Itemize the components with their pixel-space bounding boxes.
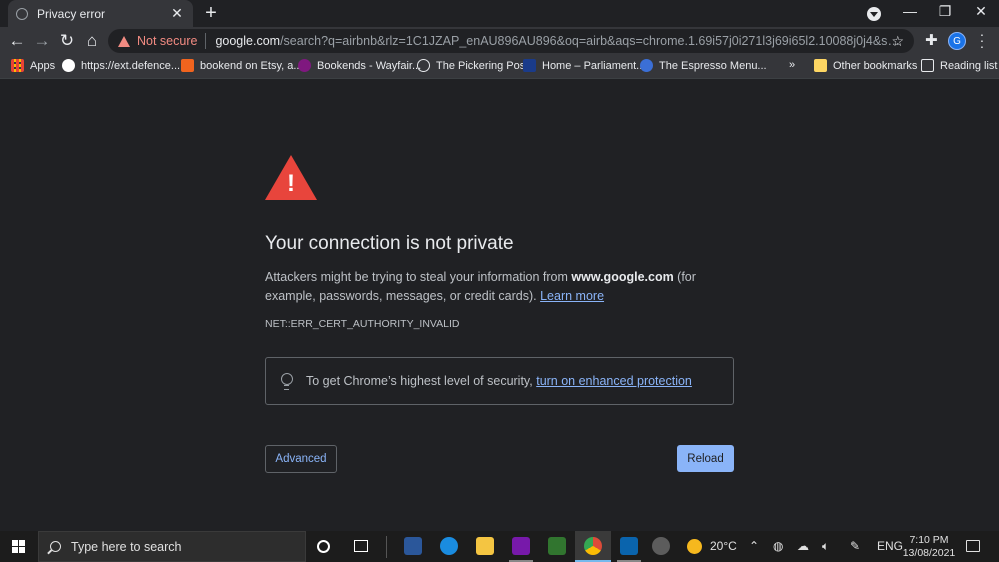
folder-icon: [814, 59, 827, 72]
task-view-icon[interactable]: [354, 540, 368, 552]
bookmark-label: The Pickering Post: [436, 59, 529, 72]
bookmark-label: bookend on Etsy, a...: [200, 59, 303, 72]
reading-list[interactable]: Reading list: [921, 59, 997, 72]
taskbar-clock[interactable]: 7:10 PM 13/08/2021: [900, 534, 958, 560]
bookmark-label: Apps: [30, 59, 56, 72]
bookmark-wayfair[interactable]: Bookends - Wayfair...: [298, 59, 421, 72]
advanced-button[interactable]: Advanced: [265, 445, 337, 473]
apps-grid-icon: [11, 59, 24, 72]
bookmark-label: Reading list: [940, 59, 998, 72]
overflow-chevron-icon: »: [789, 59, 796, 71]
minimize-button[interactable]: —: [900, 3, 920, 19]
onenote-icon[interactable]: [512, 537, 530, 555]
address-bar[interactable]: Not secure google.com /search?q=airbnb&r…: [108, 29, 914, 53]
error-code: NET::ERR_CERT_AUTHORITY_INVALID: [265, 318, 460, 330]
reading-list-icon: [921, 59, 934, 72]
learn-more-link[interactable]: Learn more: [540, 289, 604, 303]
forward-button[interactable]: →: [32, 31, 52, 51]
home-button[interactable]: ⌂: [82, 31, 102, 51]
bookmark-pickering-post[interactable]: The Pickering Post: [417, 59, 528, 72]
taskbar-divider: [386, 536, 387, 558]
etsy-icon: [181, 59, 194, 72]
chrome-menu-icon[interactable]: · · ·: [976, 27, 988, 53]
extensions-puzzle-icon[interactable]: ✚: [925, 31, 938, 49]
taskbar-search-box[interactable]: Type here to search: [38, 531, 306, 562]
cortana-icon[interactable]: [317, 540, 330, 553]
reload-button[interactable]: ↻: [57, 31, 77, 51]
bookmark-espresso-menu[interactable]: The Espresso Menu...: [640, 59, 767, 72]
clock-date: 13/08/2021: [902, 547, 956, 559]
globe-icon: [16, 7, 28, 20]
enhanced-protection-link[interactable]: turn on enhanced protection: [536, 374, 692, 388]
search-icon: [50, 541, 61, 552]
chrome-icon[interactable]: [584, 537, 602, 555]
close-window-button[interactable]: ✕: [971, 3, 991, 20]
tip-text: To get Chrome’s highest level of securit…: [306, 374, 533, 388]
bookmark-etsy[interactable]: bookend on Etsy, a...: [181, 59, 303, 72]
reload-page-button[interactable]: Reload: [677, 445, 734, 472]
search-placeholder: Type here to search: [71, 539, 182, 554]
bookmark-apps[interactable]: Apps: [11, 59, 55, 72]
globe-icon: [417, 59, 430, 72]
parliament-icon: [523, 59, 536, 72]
weather-temperature[interactable]: 20°C: [710, 539, 737, 553]
bookmark-parliament[interactable]: Home – Parliament...: [523, 59, 645, 72]
url-path: /search?q=airbnb&rlz=1C1JZAP_enAU896AU89…: [280, 34, 901, 48]
tab-close-button[interactable]: ✕: [169, 5, 185, 22]
bookmark-label: https://ext.defence....: [81, 59, 184, 72]
error-description: Attackers might be trying to steal your …: [265, 268, 735, 306]
volume-icon[interactable]: 🔈︎: [822, 539, 829, 554]
onedrive-cloud-icon[interactable]: ☁: [797, 539, 809, 553]
bookmarks-overflow-button[interactable]: »: [789, 59, 795, 71]
not-secure-label[interactable]: Not secure: [137, 34, 197, 48]
defence-icon: [62, 59, 75, 72]
windows-taskbar: Type here to search 20°C ⌃ ◍ ☁ 🔈︎ ✎ ENG …: [0, 531, 999, 562]
project-icon[interactable]: [548, 537, 566, 555]
restore-button[interactable]: ❐: [935, 3, 955, 20]
back-button[interactable]: ←: [7, 31, 27, 51]
bookmark-star-icon[interactable]: ☆: [891, 33, 904, 50]
tab-strip: Privacy error ✕ + — ❐ ✕: [0, 0, 999, 27]
bookmark-label: Home – Parliament...: [542, 59, 646, 72]
start-windows-icon[interactable]: [12, 540, 25, 553]
globe-icon[interactable]: ◍: [773, 539, 783, 553]
profile-avatar[interactable]: G: [948, 32, 966, 50]
clock-time: 7:10 PM: [909, 534, 949, 546]
enhanced-protection-tip: To get Chrome’s highest level of securit…: [265, 357, 734, 405]
edge-icon[interactable]: [440, 537, 458, 555]
lightbulb-icon: [280, 373, 293, 390]
new-tab-button[interactable]: +: [201, 3, 221, 23]
desc-host: www.google.com: [571, 270, 674, 284]
not-secure-warning-icon: [118, 35, 130, 47]
bookmark-label: The Espresso Menu...: [659, 59, 767, 72]
app-icon[interactable]: [652, 537, 670, 555]
show-hidden-icons-chevron-icon[interactable]: ⌃: [749, 539, 759, 553]
tab-search-icon[interactable]: [867, 7, 881, 21]
warning-exclamation: !: [287, 170, 295, 197]
word-icon[interactable]: [404, 537, 422, 555]
url-host: google.com: [215, 34, 281, 48]
tab-privacy-error[interactable]: Privacy error ✕: [8, 0, 193, 27]
pen-icon[interactable]: ✎: [850, 539, 860, 553]
other-bookmarks[interactable]: Other bookmarks: [814, 59, 917, 72]
weather-sun-icon[interactable]: [687, 539, 702, 554]
espresso-icon: [640, 59, 653, 72]
bookmark-label: Other bookmarks: [833, 59, 918, 72]
notification-center-icon[interactable]: [966, 540, 980, 552]
bookmark-defence[interactable]: https://ext.defence....: [62, 59, 183, 72]
bookmark-label: Bookends - Wayfair...: [317, 59, 422, 72]
omnibox-divider: [205, 33, 207, 49]
page-title: Your connection is not private: [265, 233, 514, 254]
tab-title: Privacy error: [37, 6, 106, 21]
desc-text: Attackers might be trying to steal your …: [265, 270, 572, 284]
bookmarks-bar: Apps https://ext.defence.... bookend on …: [0, 55, 999, 79]
file-explorer-icon[interactable]: [476, 537, 494, 555]
outlook-icon[interactable]: [620, 537, 638, 555]
wayfair-icon: [298, 59, 311, 72]
